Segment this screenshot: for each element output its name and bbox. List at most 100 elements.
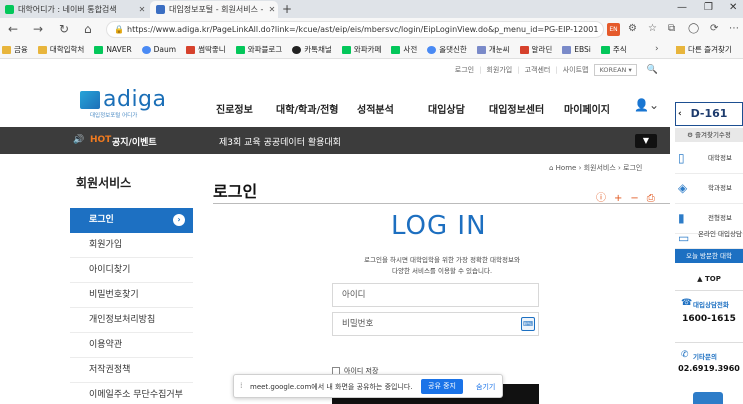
site-logo[interactable]: adiga 대입정보포털 어디가 bbox=[80, 87, 167, 119]
close-icon[interactable]: ✕ bbox=[266, 5, 278, 14]
notice-label: 공지/이벤트 bbox=[112, 138, 157, 148]
etc-inquiry: ✆ 기타문의 02.6919.3960 bbox=[675, 342, 743, 382]
bookmark[interactable]: 개눈씨 bbox=[476, 44, 510, 55]
extension-icon[interactable]: EN bbox=[607, 23, 620, 36]
speaker-icon: 🔊 bbox=[73, 135, 85, 145]
home-icon[interactable]: ⌂ bbox=[84, 22, 92, 36]
quick-item-univ[interactable]: ▯ 대학정보 bbox=[675, 144, 743, 174]
lnb-item-login[interactable]: 로그인 › bbox=[70, 208, 193, 233]
collections-icon[interactable]: ⧉ bbox=[668, 23, 675, 36]
visited-univ-button[interactable]: 오늘 방문한 대학 bbox=[675, 249, 743, 263]
virtual-keyboard-icon[interactable]: ⌨ bbox=[521, 317, 535, 331]
bookmark[interactable]: 와파블로그 bbox=[235, 44, 282, 55]
gnb-item-consult[interactable]: 대입상담 bbox=[428, 101, 465, 116]
util-login-link[interactable]: 로그인 bbox=[455, 65, 474, 75]
page-title: 로그인 bbox=[213, 182, 258, 201]
folder-icon bbox=[37, 45, 47, 54]
util-sitemap-link[interactable]: 사이트맵 bbox=[563, 65, 589, 75]
browser-tab-active[interactable]: 대입정보포털 - 회원서비스 - 로그 ✕ bbox=[150, 1, 278, 18]
gnb-item-score[interactable]: 성적분석 bbox=[357, 101, 394, 116]
gnb-item-career[interactable]: 진로정보 bbox=[216, 101, 253, 116]
logo-mark-icon bbox=[80, 91, 100, 109]
lnb-item-find-pw[interactable]: 비밀번호찾기 bbox=[70, 283, 193, 308]
bookmark[interactable]: 금융 bbox=[2, 44, 28, 55]
forward-icon[interactable]: → bbox=[33, 22, 43, 36]
bookmark[interactable]: Daum bbox=[141, 45, 176, 54]
bookmark[interactable]: 카톡채널 bbox=[292, 44, 332, 55]
url-text: https://www.adiga.kr/PageLinkAll.do?link… bbox=[127, 25, 599, 34]
settings-icon[interactable]: ⚙ bbox=[628, 23, 637, 36]
sync-icon[interactable]: ⟳ bbox=[710, 23, 718, 36]
id-field[interactable]: 아이디 bbox=[332, 283, 539, 307]
chat-icon bbox=[292, 45, 302, 54]
password-field[interactable]: 비밀번호 ⌨ bbox=[332, 312, 539, 336]
folder-icon bbox=[2, 45, 11, 54]
gnb-item-info-center[interactable]: 대입정보센터 bbox=[489, 101, 544, 116]
drag-handle-icon[interactable]: ⁞ bbox=[240, 381, 243, 390]
url-input[interactable]: 🔒 https://www.adiga.kr/PageLinkAll.do?li… bbox=[106, 21, 604, 38]
bookmark[interactable]: NAVER bbox=[94, 45, 132, 54]
util-join-link[interactable]: 회원가입 bbox=[486, 65, 512, 75]
bookmark[interactable]: 썸딱좋니 bbox=[186, 44, 226, 55]
lnb-item-email-reject[interactable]: 이메일주소 무단수집거부 bbox=[70, 383, 193, 404]
chevron-left-icon[interactable]: ‹ bbox=[678, 103, 682, 125]
restore-icon[interactable]: ❐ bbox=[704, 2, 713, 13]
minimize-icon[interactable]: — bbox=[677, 2, 687, 13]
site-icon bbox=[519, 45, 529, 54]
lnb-item-privacy[interactable]: 개인정보처리방침 bbox=[70, 308, 193, 333]
new-tab-icon[interactable]: + bbox=[282, 2, 292, 16]
stop-sharing-button[interactable]: 공유 중지 bbox=[421, 379, 463, 394]
side-nav: 로그인 › 회원가입 아이디찾기 비밀번호찾기 개인정보처리방침 이용약관 저작권… bbox=[70, 208, 193, 404]
site-icon bbox=[476, 45, 486, 54]
user-menu-icon[interactable]: 👤⌄ bbox=[634, 98, 659, 112]
divider: | bbox=[555, 66, 558, 74]
hide-button[interactable]: 숨기기 bbox=[476, 382, 495, 392]
util-help-link[interactable]: 고객센터 bbox=[525, 65, 551, 75]
refresh-icon[interactable]: ↻ bbox=[59, 22, 69, 36]
phone-book-icon: ▯ bbox=[678, 151, 685, 165]
profile-icon[interactable]: ◯ bbox=[688, 23, 699, 36]
chat-icon[interactable] bbox=[693, 392, 723, 404]
favorite-edit-button[interactable]: ⚙ 즐겨찾기수정 bbox=[675, 128, 743, 142]
gnb-item-univ[interactable]: 대학/학과/전형 bbox=[276, 101, 339, 116]
lnb-item-find-id[interactable]: 아이디찾기 bbox=[70, 258, 193, 283]
gnb-item-mypage[interactable]: 마이페이지 bbox=[564, 101, 610, 116]
lnb-item-join[interactable]: 회원가입 bbox=[70, 233, 193, 258]
more-icon[interactable]: ⋯ bbox=[729, 23, 739, 36]
close-icon[interactable]: ✕ bbox=[136, 5, 148, 14]
search-icon[interactable]: 🔍 bbox=[647, 65, 658, 75]
close-window-icon[interactable]: ✕ bbox=[729, 2, 737, 13]
bookmark[interactable]: 대학입학처 bbox=[37, 44, 84, 55]
browser-tab[interactable]: 대학어디가 : 네이버 통합검색 ✕ bbox=[0, 1, 148, 18]
divider: | bbox=[517, 66, 520, 74]
login-title: LOG IN bbox=[391, 211, 487, 241]
chevron-down-icon[interactable]: ▼ bbox=[635, 134, 657, 148]
logo-subtitle: 대입정보포털 어디가 bbox=[90, 113, 138, 119]
quick-item-major[interactable]: ◈ 학과정보 bbox=[675, 174, 743, 204]
tab-title: 대학어디가 : 네이버 통합검색 bbox=[18, 5, 117, 14]
bookmark[interactable]: 주식 bbox=[600, 44, 627, 55]
quick-item-consult[interactable]: ▭ 온라인 대입상담 bbox=[675, 227, 743, 249]
home-icon[interactable]: ⌂ bbox=[549, 164, 556, 172]
back-icon[interactable]: ← bbox=[8, 22, 18, 36]
adiga-favicon-icon bbox=[156, 5, 165, 14]
lnb-item-terms[interactable]: 이용약관 bbox=[70, 333, 193, 358]
bookmark[interactable]: 사전 bbox=[391, 44, 417, 55]
other-bookmarks[interactable]: 다른 즐겨찾기 bbox=[676, 44, 732, 55]
lnb-item-copyright[interactable]: 저작권정책 bbox=[70, 358, 193, 383]
bookmark[interactable]: 와파카페 bbox=[341, 44, 381, 55]
page-root: 대학어디가 : 네이버 통합검색 ✕ 대입정보포털 - 회원서비스 - 로그 ✕… bbox=[0, 0, 743, 404]
bookmark[interactable]: 올댓신한 bbox=[427, 44, 467, 55]
notice-message[interactable]: 제3회 교육 공공데이터 활용대회 bbox=[219, 135, 341, 148]
language-select[interactable]: KOREAN ▾ bbox=[594, 64, 637, 76]
favorites-icon[interactable]: ☆ bbox=[648, 23, 657, 36]
logo-text: adiga bbox=[103, 87, 167, 112]
site-icon bbox=[427, 45, 437, 54]
bookmark[interactable]: 알라딘 bbox=[519, 44, 552, 55]
login-description: 로그인을 하시면 대학입학을 위한 가장 정확한 대학정보와 다양한 서비스를 … bbox=[364, 256, 520, 275]
divider bbox=[213, 203, 670, 204]
chevron-right-icon[interactable]: › bbox=[655, 44, 659, 54]
monitor-icon: ▭ bbox=[678, 231, 690, 245]
bookmark[interactable]: EBSi bbox=[562, 45, 591, 54]
top-button[interactable]: ▲ TOP bbox=[675, 272, 743, 286]
